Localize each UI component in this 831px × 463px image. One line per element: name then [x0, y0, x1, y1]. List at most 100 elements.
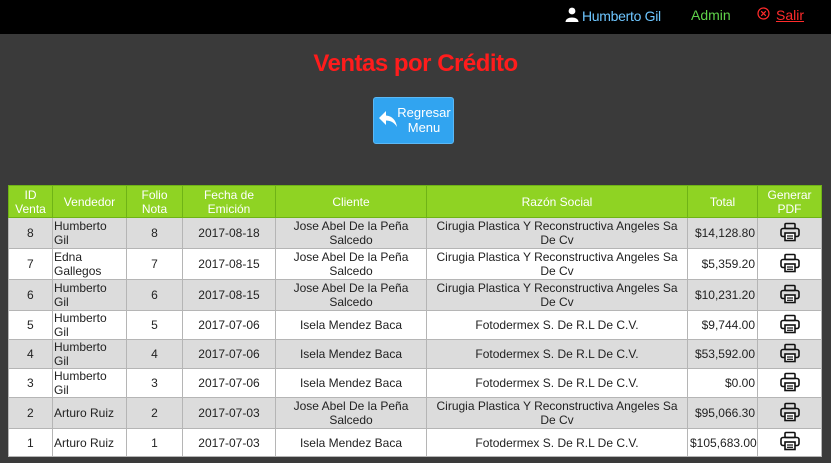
cell-cliente: Isela Mendez Baca	[275, 428, 427, 457]
cell-id: 2	[8, 397, 53, 429]
cell-razon-social: Fotodermex S. De R.L De C.V.	[426, 428, 688, 457]
cell-total: $95,066.30	[687, 397, 758, 429]
cell-total: $53,592.00	[687, 339, 758, 369]
printer-icon[interactable]	[779, 372, 800, 395]
cell-cliente: Isela Mendez Baca	[275, 339, 427, 369]
cell-fecha: 2017-07-03	[182, 428, 276, 457]
cell-vendedor: Arturo Ruiz	[52, 428, 127, 457]
col-header-total: Total	[687, 185, 758, 218]
cell-id: 8	[8, 217, 53, 249]
cell-total: $5,359.20	[687, 248, 758, 280]
cell-id: 1	[8, 428, 53, 457]
table-row: 2 Arturo Ruiz 2 2017-07-03 Jose Abel De la P…	[8, 397, 822, 429]
cell-total: $14,128.80	[687, 217, 758, 249]
cell-fecha: 2017-08-15	[182, 248, 276, 280]
cell-cliente: Jose Abel De la Peña Salcedo	[275, 397, 427, 429]
page-title: Ventas por Crédito	[313, 50, 518, 77]
cell-razon-social: Cirugia Plastica Y Reconstructiva Angele…	[426, 397, 688, 429]
cell-cliente: Isela Mendez Baca	[275, 368, 427, 398]
table-header-row: ID Venta Vendedor Folio Nota Fecha de Em…	[8, 185, 822, 218]
cell-vendedor: Humberto Gil	[52, 279, 127, 311]
cell-folio: 6	[126, 279, 183, 311]
printer-icon[interactable]	[779, 284, 800, 307]
table-row: 7 Edna Gallegos 7 2017-08-15 Jose Abel De la…	[8, 248, 822, 280]
table-row: 4 Humberto Gil 4 2017-07-06 Isela Mendez Bac…	[8, 339, 822, 369]
logout-label: Salir	[776, 7, 805, 23]
cell-pdf	[757, 428, 822, 457]
cell-pdf	[757, 368, 822, 398]
cell-folio: 8	[126, 217, 183, 249]
sales-table: ID Venta Vendedor Folio Nota Fecha de Em…	[8, 185, 822, 457]
user-name: Humberto Gil	[582, 8, 661, 24]
cell-folio: 1	[126, 428, 183, 457]
cell-total: $9,744.00	[687, 310, 758, 340]
cell-vendedor: Humberto Gil	[52, 217, 127, 249]
table-row: 6 Humberto Gil 6 2017-08-15 Jose Abel De la …	[8, 279, 822, 311]
user-menu[interactable]: Humberto Gil	[565, 7, 661, 25]
cell-razon-social: Cirugia Plastica Y Reconstructiva Angele…	[426, 217, 688, 249]
cell-cliente: Jose Abel De la Peña Salcedo	[275, 217, 427, 249]
cell-id: 6	[8, 279, 53, 311]
cell-fecha: 2017-08-15	[182, 279, 276, 311]
table-row: 1 Arturo Ruiz 1 2017-07-03 Isela Mendez Baca…	[8, 428, 822, 457]
cell-total: $10,231.20	[687, 279, 758, 311]
cell-fecha: 2017-08-18	[182, 217, 276, 249]
cell-razon-social: Cirugia Plastica Y Reconstructiva Angele…	[426, 248, 688, 280]
cell-razon-social: Fotodermex S. De R.L De C.V.	[426, 310, 688, 340]
cell-total: $105,683.00	[687, 428, 758, 457]
cell-folio: 4	[126, 339, 183, 369]
cell-vendedor: Humberto Gil	[52, 368, 127, 398]
cell-cliente: Jose Abel De la Peña Salcedo	[275, 248, 427, 280]
col-header-razon: Razón Social	[426, 185, 688, 218]
printer-icon[interactable]	[779, 431, 800, 454]
col-header-fecha: Fecha de Emición	[182, 185, 276, 218]
printer-icon[interactable]	[779, 402, 800, 425]
cell-total: $0.00	[687, 368, 758, 398]
back-to-menu-button[interactable]: Regresar Menu	[373, 97, 454, 144]
cell-vendedor: Arturo Ruiz	[52, 397, 127, 429]
cell-fecha: 2017-07-06	[182, 339, 276, 369]
cell-id: 4	[8, 339, 53, 369]
col-header-vendedor: Vendedor	[52, 185, 127, 218]
col-header-folio: Folio Nota	[126, 185, 183, 218]
table-row: 8 Humberto Gil 8 2017-08-18 Jose Abel De la …	[8, 217, 822, 249]
table-row: 3 Humberto Gil 3 2017-07-06 Isela Mendez Bac…	[8, 368, 822, 398]
col-header-id: ID Venta	[8, 185, 53, 218]
printer-icon[interactable]	[779, 253, 800, 276]
cell-pdf	[757, 217, 822, 249]
col-header-cliente: Cliente	[275, 185, 427, 218]
printer-icon[interactable]	[779, 314, 800, 337]
back-button-label: Regresar Menu	[397, 105, 451, 135]
cell-folio: 7	[126, 248, 183, 280]
printer-icon[interactable]	[779, 343, 800, 366]
top-bar: Humberto Gil Admin Salir	[0, 0, 831, 34]
cell-razon-social: Cirugia Plastica Y Reconstructiva Angele…	[426, 279, 688, 311]
cell-fecha: 2017-07-06	[182, 368, 276, 398]
cell-folio: 2	[126, 397, 183, 429]
cell-pdf	[757, 339, 822, 369]
close-circle-icon	[757, 7, 776, 23]
printer-icon[interactable]	[779, 222, 800, 245]
cell-cliente: Jose Abel De la Peña Salcedo	[275, 279, 427, 311]
logout-link[interactable]: Salir	[757, 7, 804, 23]
user-role: Admin	[691, 7, 731, 23]
cell-id: 3	[8, 368, 53, 398]
cell-id: 7	[8, 248, 53, 280]
cell-pdf	[757, 279, 822, 311]
cell-razon-social: Fotodermex S. De R.L De C.V.	[426, 339, 688, 369]
cell-vendedor: Humberto Gil	[52, 339, 127, 369]
cell-id: 5	[8, 310, 53, 340]
cell-pdf	[757, 397, 822, 429]
cell-razon-social: Fotodermex S. De R.L De C.V.	[426, 368, 688, 398]
user-icon	[565, 7, 582, 25]
cell-folio: 3	[126, 368, 183, 398]
cell-vendedor: Edna Gallegos	[52, 248, 127, 280]
cell-fecha: 2017-07-03	[182, 397, 276, 429]
cell-pdf	[757, 310, 822, 340]
col-header-pdf: Generar PDF	[757, 185, 822, 218]
cell-pdf	[757, 248, 822, 280]
cell-cliente: Isela Mendez Baca	[275, 310, 427, 340]
table-row: 5 Humberto Gil 5 2017-07-06 Isela Mendez Bac…	[8, 310, 822, 340]
cell-fecha: 2017-07-06	[182, 310, 276, 340]
cell-folio: 5	[126, 310, 183, 340]
